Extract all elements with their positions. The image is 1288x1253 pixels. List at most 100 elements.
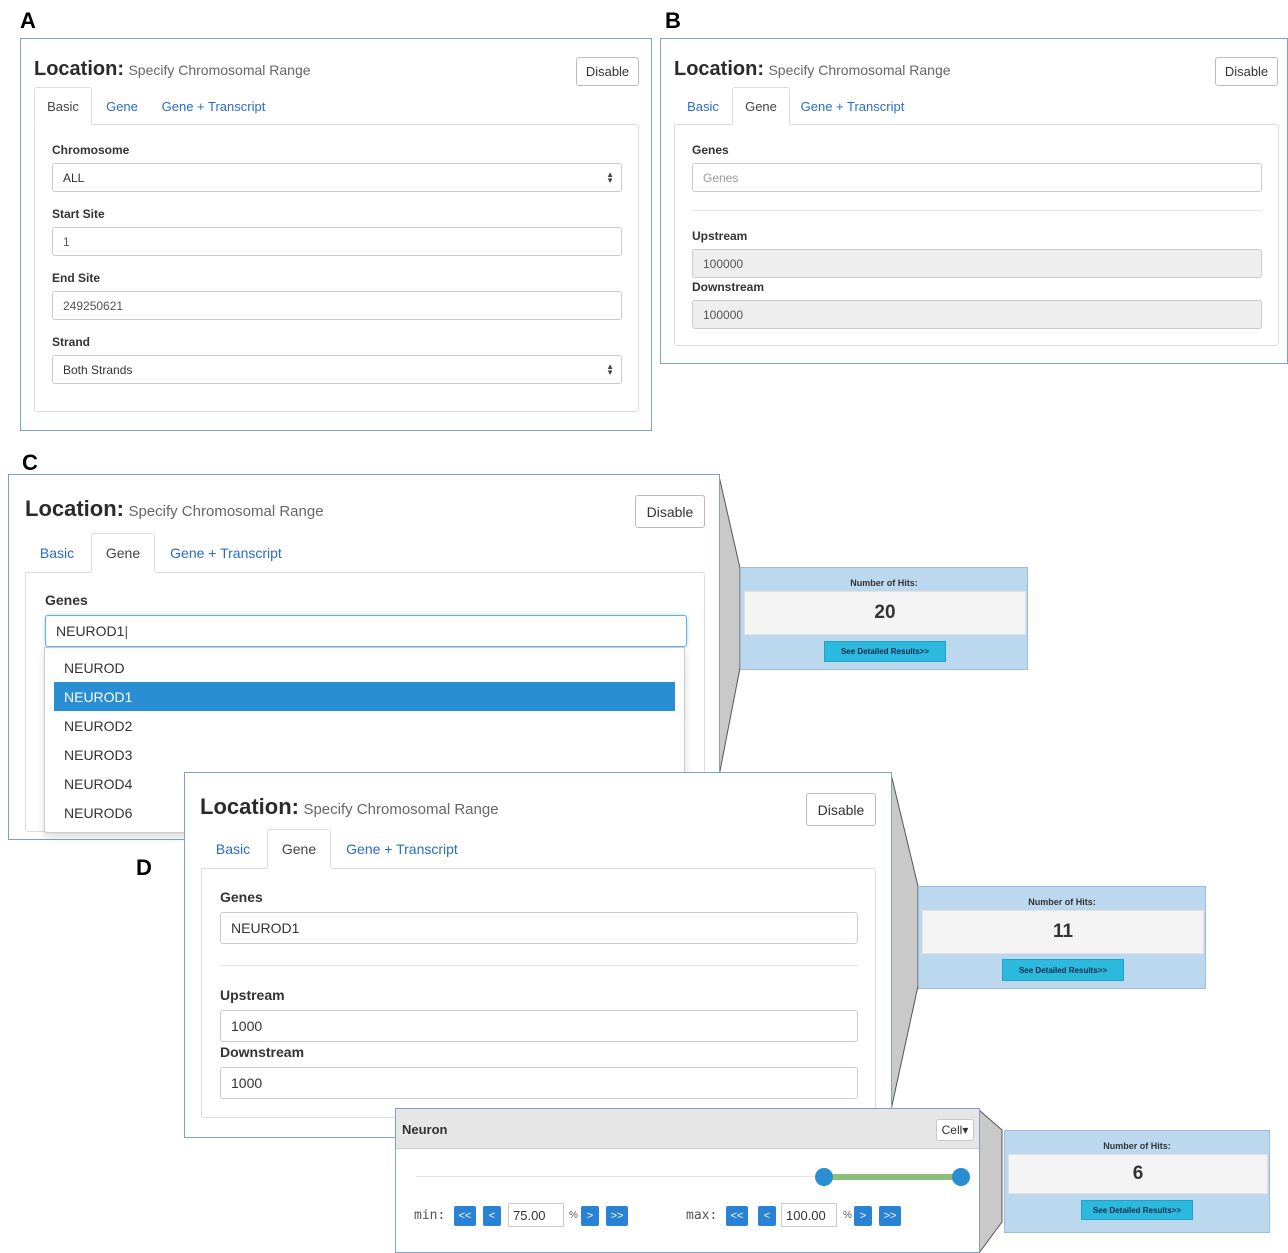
slider-min-handle[interactable] [815, 1168, 833, 1186]
end-site-input[interactable]: 249250621 [52, 291, 622, 320]
disable-button[interactable]: Disable [576, 57, 639, 86]
suggestion-item[interactable]: NEUROD [54, 653, 675, 682]
location-panel-gene-filled: Location: Specify Chromosomal Range Disa… [184, 772, 892, 1138]
title-main: Location: [674, 58, 764, 80]
upstream-input[interactable]: 1000 [220, 1010, 858, 1042]
chromosome-select[interactable]: ALL ▲ ▼ [52, 163, 622, 192]
downstream-input[interactable]: 100000 [692, 300, 1262, 329]
hits-count: 6 [1008, 1154, 1268, 1194]
min-first-button[interactable]: << [454, 1206, 476, 1226]
tab-gene[interactable]: Gene [732, 87, 790, 125]
hits-count: 20 [744, 591, 1026, 635]
upstream-input[interactable]: 100000 [692, 249, 1262, 278]
divider [692, 210, 1262, 211]
genes-label: Genes [220, 889, 263, 905]
title-main: Location: [200, 794, 299, 819]
tab-gene-transcript[interactable]: Gene + Transcript [337, 829, 467, 869]
panel-title: Location: Specify Chromosomal Range [34, 58, 311, 81]
genes-input[interactable]: Genes [692, 163, 1262, 192]
panel-title: Location: Specify Chromosomal Range [25, 496, 324, 522]
divider [220, 965, 858, 966]
downstream-label: Downstream [220, 1044, 305, 1060]
min-last-button[interactable]: >> [606, 1206, 628, 1226]
range-slider[interactable] [416, 1168, 970, 1186]
tab-content-basic: Chromosome ALL ▲ ▼ Start Site 1 End Site … [34, 124, 639, 412]
slider-range-fill [824, 1174, 961, 1180]
hits-title: Number of Hits: [1103, 1141, 1171, 1151]
start-site-input[interactable]: 1 [52, 227, 622, 256]
hits-box-d: Number of Hits: 11 See Detailed Results>… [918, 886, 1206, 989]
slider-max-handle[interactable] [952, 1168, 970, 1186]
neuron-filter-panel: Neuron Cell▾ min: << < 75.00 % > >> max:… [395, 1108, 980, 1253]
location-panel-gene: Location: Specify Chromosomal Range Disa… [660, 38, 1288, 364]
min-prev-button[interactable]: < [483, 1206, 501, 1226]
suggestion-item-selected[interactable]: NEUROD1 [54, 682, 675, 711]
tab-content-gene: Genes Genes Upstream 100000 Downstream 1… [674, 124, 1279, 346]
hits-box-c: Number of Hits: 20 See Detailed Results>… [740, 567, 1028, 670]
max-value-input[interactable]: 100.00 [781, 1203, 837, 1227]
see-detailed-results-button[interactable]: See Detailed Results>> [824, 641, 946, 662]
hits-title: Number of Hits: [850, 578, 918, 588]
upstream-label: Upstream [220, 987, 285, 1003]
tab-basic[interactable]: Basic [34, 87, 92, 125]
title-sub: Specify Chromosomal Range [768, 62, 951, 78]
tab-gene-transcript[interactable]: Gene + Transcript [156, 87, 271, 125]
downstream-label: Downstream [692, 280, 765, 294]
tab-gene[interactable]: Gene [267, 829, 331, 869]
genes-input-value: NEUROD1 [56, 623, 125, 639]
panel-label-c: C [22, 450, 38, 475]
cell-dropdown-button[interactable]: Cell▾ [936, 1119, 974, 1141]
disable-button[interactable]: Disable [635, 495, 705, 528]
tab-gene[interactable]: Gene [91, 533, 155, 573]
max-percent: % [843, 1210, 852, 1221]
suggestion-item[interactable]: NEUROD2 [54, 711, 675, 740]
panel-title: Location: Specify Chromosomal Range [200, 794, 499, 820]
start-site-label: Start Site [52, 207, 105, 221]
panel-label-b: B [665, 8, 681, 33]
genes-label: Genes [45, 592, 88, 608]
chromosome-value: ALL [63, 170, 85, 185]
max-prev-button[interactable]: < [758, 1206, 776, 1226]
hits-title: Number of Hits: [1028, 897, 1096, 907]
tab-gene-transcript[interactable]: Gene + Transcript [161, 533, 291, 573]
genes-input[interactable]: NEUROD1 | [45, 615, 687, 647]
disable-button[interactable]: Disable [806, 793, 876, 826]
hits-count: 11 [922, 910, 1204, 954]
tab-basic[interactable]: Basic [25, 533, 89, 573]
tab-basic[interactable]: Basic [201, 829, 265, 869]
suggestion-item[interactable]: NEUROD3 [54, 740, 675, 769]
tab-gene-transcript[interactable]: Gene + Transcript [795, 87, 910, 125]
title-main: Location: [34, 58, 124, 80]
tab-gene[interactable]: Gene [97, 87, 147, 125]
disable-button[interactable]: Disable [1215, 57, 1278, 86]
tab-basic[interactable]: Basic [674, 87, 732, 125]
panel-label-a: A [20, 8, 36, 33]
tab-content-gene: Genes NEUROD1 Upstream 1000 Downstream 1… [201, 868, 876, 1118]
strand-value: Both Strands [63, 362, 133, 377]
panel-title: Location: Specify Chromosomal Range [674, 58, 951, 81]
title-sub: Specify Chromosomal Range [128, 503, 324, 520]
min-value-input[interactable]: 75.00 [508, 1203, 564, 1227]
max-last-button[interactable]: >> [879, 1206, 901, 1226]
genes-input[interactable]: NEUROD1 [220, 912, 858, 944]
strand-select[interactable]: Both Strands ▲ ▼ [52, 355, 622, 384]
max-next-button[interactable]: > [854, 1206, 872, 1226]
title-main: Location: [25, 496, 124, 521]
genes-label: Genes [692, 143, 729, 157]
text-cursor: | [124, 623, 129, 639]
see-detailed-results-button[interactable]: See Detailed Results>> [1081, 1200, 1193, 1220]
title-sub: Specify Chromosomal Range [303, 801, 499, 818]
location-panel-basic: Location: Specify Chromosomal Range Disa… [20, 38, 652, 431]
downstream-input[interactable]: 1000 [220, 1067, 858, 1099]
min-label: min: [414, 1208, 446, 1223]
min-next-button[interactable]: > [581, 1206, 599, 1226]
max-first-button[interactable]: << [726, 1206, 748, 1226]
neuron-filter-header: Neuron Cell▾ [396, 1109, 979, 1149]
select-arrows-icon: ▲ ▼ [606, 361, 614, 377]
hits-box-neuron: Number of Hits: 6 See Detailed Results>> [1004, 1130, 1270, 1233]
upstream-label: Upstream [692, 229, 748, 243]
see-detailed-results-button[interactable]: See Detailed Results>> [1002, 959, 1124, 981]
panel-label-d: D [136, 855, 152, 880]
end-site-label: End Site [52, 271, 101, 285]
chromosome-label: Chromosome [52, 143, 130, 157]
